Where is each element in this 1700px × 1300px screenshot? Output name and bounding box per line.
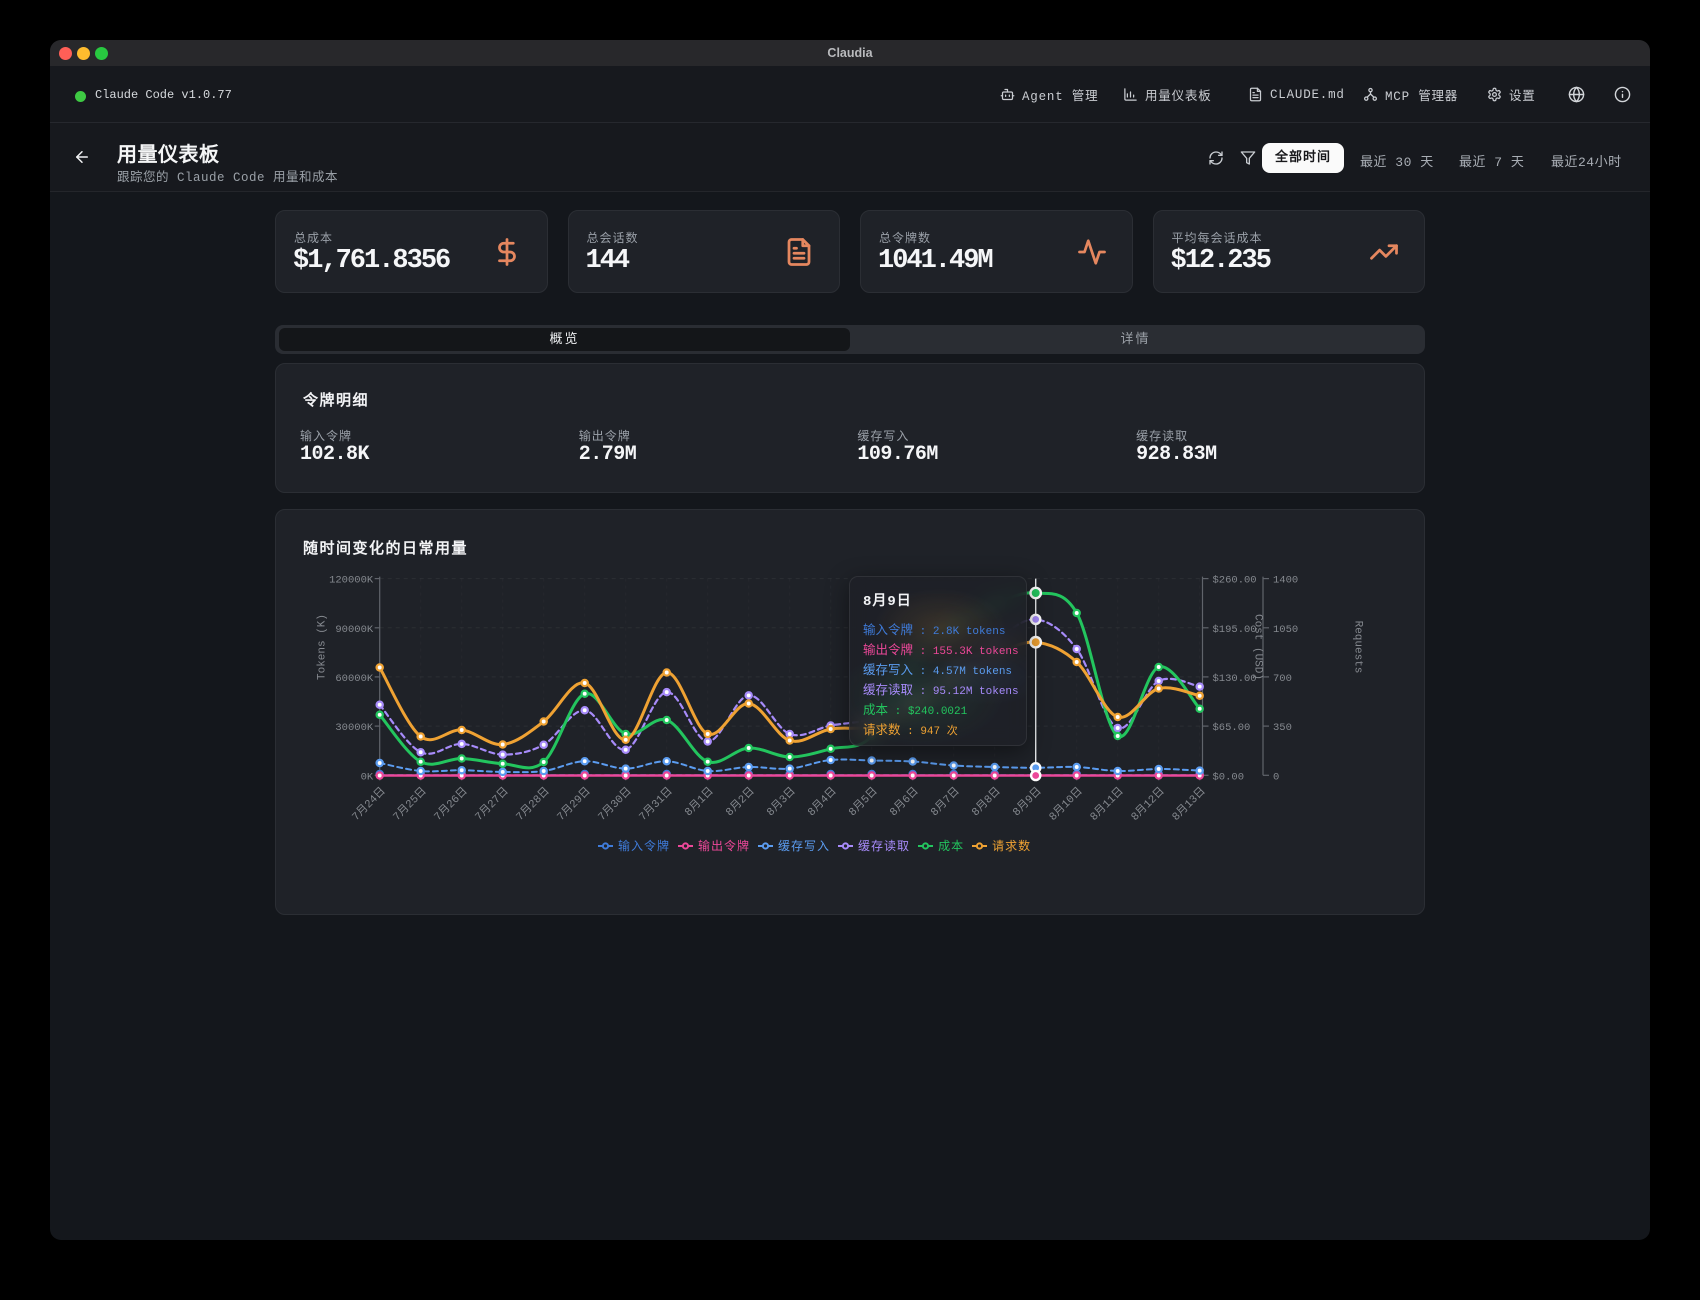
svg-text:7月29日: 7月29日 — [555, 785, 594, 824]
svg-text:350: 350 — [1273, 722, 1292, 734]
svg-text:1050: 1050 — [1273, 624, 1298, 636]
svg-text:0: 0 — [1273, 771, 1279, 783]
svg-text:0K: 0K — [361, 771, 374, 783]
svg-text:Tokens (K): Tokens (K) — [317, 614, 329, 680]
svg-text:8月11日: 8月11日 — [1088, 785, 1127, 824]
svg-text:8月10日: 8月10日 — [1047, 785, 1086, 824]
svg-text:30000K: 30000K — [335, 722, 374, 734]
svg-text:8月8日: 8月8日 — [969, 785, 1003, 819]
svg-text:8月12日: 8月12日 — [1129, 785, 1168, 824]
svg-text:$0.00: $0.00 — [1213, 771, 1245, 783]
svg-text:8月3日: 8月3日 — [764, 785, 798, 819]
svg-text:1400: 1400 — [1273, 575, 1298, 587]
svg-text:Cost (USD): Cost (USD) — [1252, 614, 1264, 680]
svg-text:7月31日: 7月31日 — [637, 785, 676, 824]
svg-text:120000K: 120000K — [329, 575, 374, 587]
svg-text:8月6日: 8月6日 — [887, 785, 921, 819]
svg-text:8月7日: 8月7日 — [928, 785, 962, 819]
svg-text:$130.00: $130.00 — [1213, 673, 1257, 685]
svg-text:7月30日: 7月30日 — [596, 785, 635, 824]
svg-text:8月13日: 8月13日 — [1170, 785, 1209, 824]
svg-text:90000K: 90000K — [335, 624, 374, 636]
svg-text:7月28日: 7月28日 — [514, 785, 553, 824]
svg-text:7月24日: 7月24日 — [350, 785, 389, 824]
svg-text:8月1日: 8月1日 — [682, 785, 716, 819]
svg-text:7月26日: 7月26日 — [432, 785, 471, 824]
svg-text:$260.00: $260.00 — [1213, 575, 1257, 587]
svg-text:8月4日: 8月4日 — [805, 785, 839, 819]
svg-text:60000K: 60000K — [335, 673, 374, 685]
svg-text:8月9日: 8月9日 — [1010, 785, 1044, 819]
svg-text:7月25日: 7月25日 — [391, 785, 430, 824]
svg-text:Requests: Requests — [1351, 621, 1363, 674]
svg-text:700: 700 — [1273, 673, 1292, 685]
svg-text:$65.00: $65.00 — [1213, 722, 1251, 734]
svg-text:8月5日: 8月5日 — [846, 785, 880, 819]
svg-text:$195.00: $195.00 — [1213, 624, 1257, 636]
svg-text:8月2日: 8月2日 — [723, 785, 757, 819]
svg-text:7月27日: 7月27日 — [473, 785, 512, 824]
